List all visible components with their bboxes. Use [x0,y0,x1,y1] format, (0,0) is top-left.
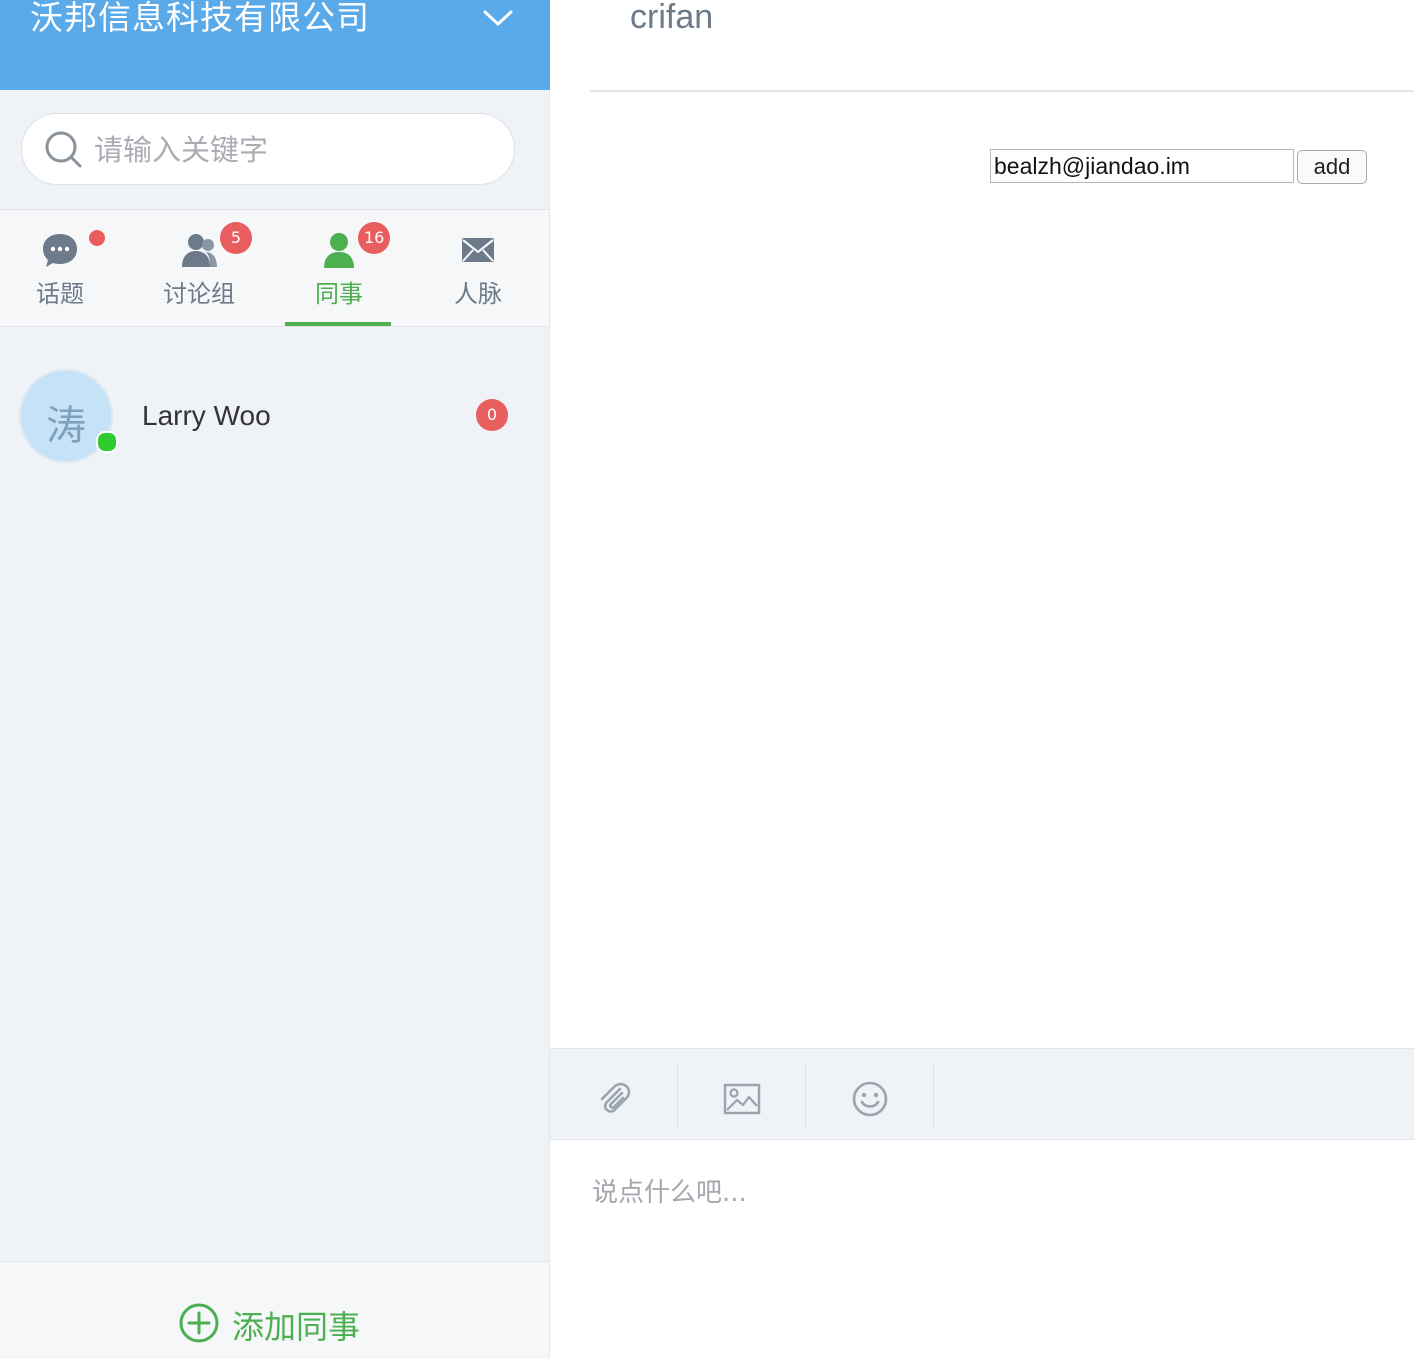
unread-badge: 0 [476,399,508,431]
list-item[interactable]: 涛 Larry Woo 0 [0,328,549,508]
tab-network[interactable]: 人脉 [418,210,538,326]
chevron-down-icon[interactable] [482,6,514,30]
tab-colleagues[interactable]: 16 同事 [279,210,399,326]
tab-badge: 16 [358,222,391,254]
add-colleague-button[interactable]: 添加同事 [0,1261,549,1359]
active-tab-indicator [285,322,391,326]
smiley-icon [852,1081,888,1117]
add-colleague-label: 添加同事 [232,1308,361,1346]
contact-name: Larry Woo [142,400,271,431]
conversation-title: crifan [630,0,714,36]
search-box[interactable] [21,113,515,185]
chat-bubble-icon [43,234,77,267]
sidebar: 沃邦信息科技有限公司 话题 [0,0,550,1359]
search-input[interactable] [92,126,496,174]
tab-label: 讨论组 [163,280,235,308]
add-button[interactable]: add [1297,150,1367,184]
plus-circle-icon [179,1303,219,1343]
org-name: 沃邦信息科技有限公司 [30,0,370,37]
image-icon [723,1083,761,1115]
insert-emoji-button[interactable] [806,1065,934,1129]
insert-image-button[interactable] [678,1065,806,1129]
group-icon [182,234,217,267]
search-area [0,90,549,210]
tab-groups[interactable]: 5 讨论组 [139,210,259,326]
tab-badge: 5 [220,222,252,254]
online-status-dot [96,431,118,453]
message-input[interactable] [590,1170,1394,1324]
toolbar-divider [933,1065,934,1129]
tab-topics[interactable]: 话题 [0,210,120,326]
attach-file-button[interactable] [550,1065,678,1129]
tab-label: 人脉 [454,280,502,308]
tab-label: 同事 [315,280,363,308]
unread-dot [89,230,105,246]
envelope-icon [462,238,494,262]
tab-bar: 话题 5 讨论组 16 同事 人脉 [0,210,549,327]
paperclip-icon [600,1082,631,1113]
email-field[interactable] [990,149,1294,183]
tab-label: 话题 [36,280,84,308]
search-icon [45,131,82,168]
person-icon [324,233,354,268]
org-header[interactable]: 沃邦信息科技有限公司 [0,0,550,90]
contact-list: 涛 Larry Woo 0 [0,328,549,508]
composer-toolbar [550,1048,1414,1140]
divider [590,90,1414,92]
